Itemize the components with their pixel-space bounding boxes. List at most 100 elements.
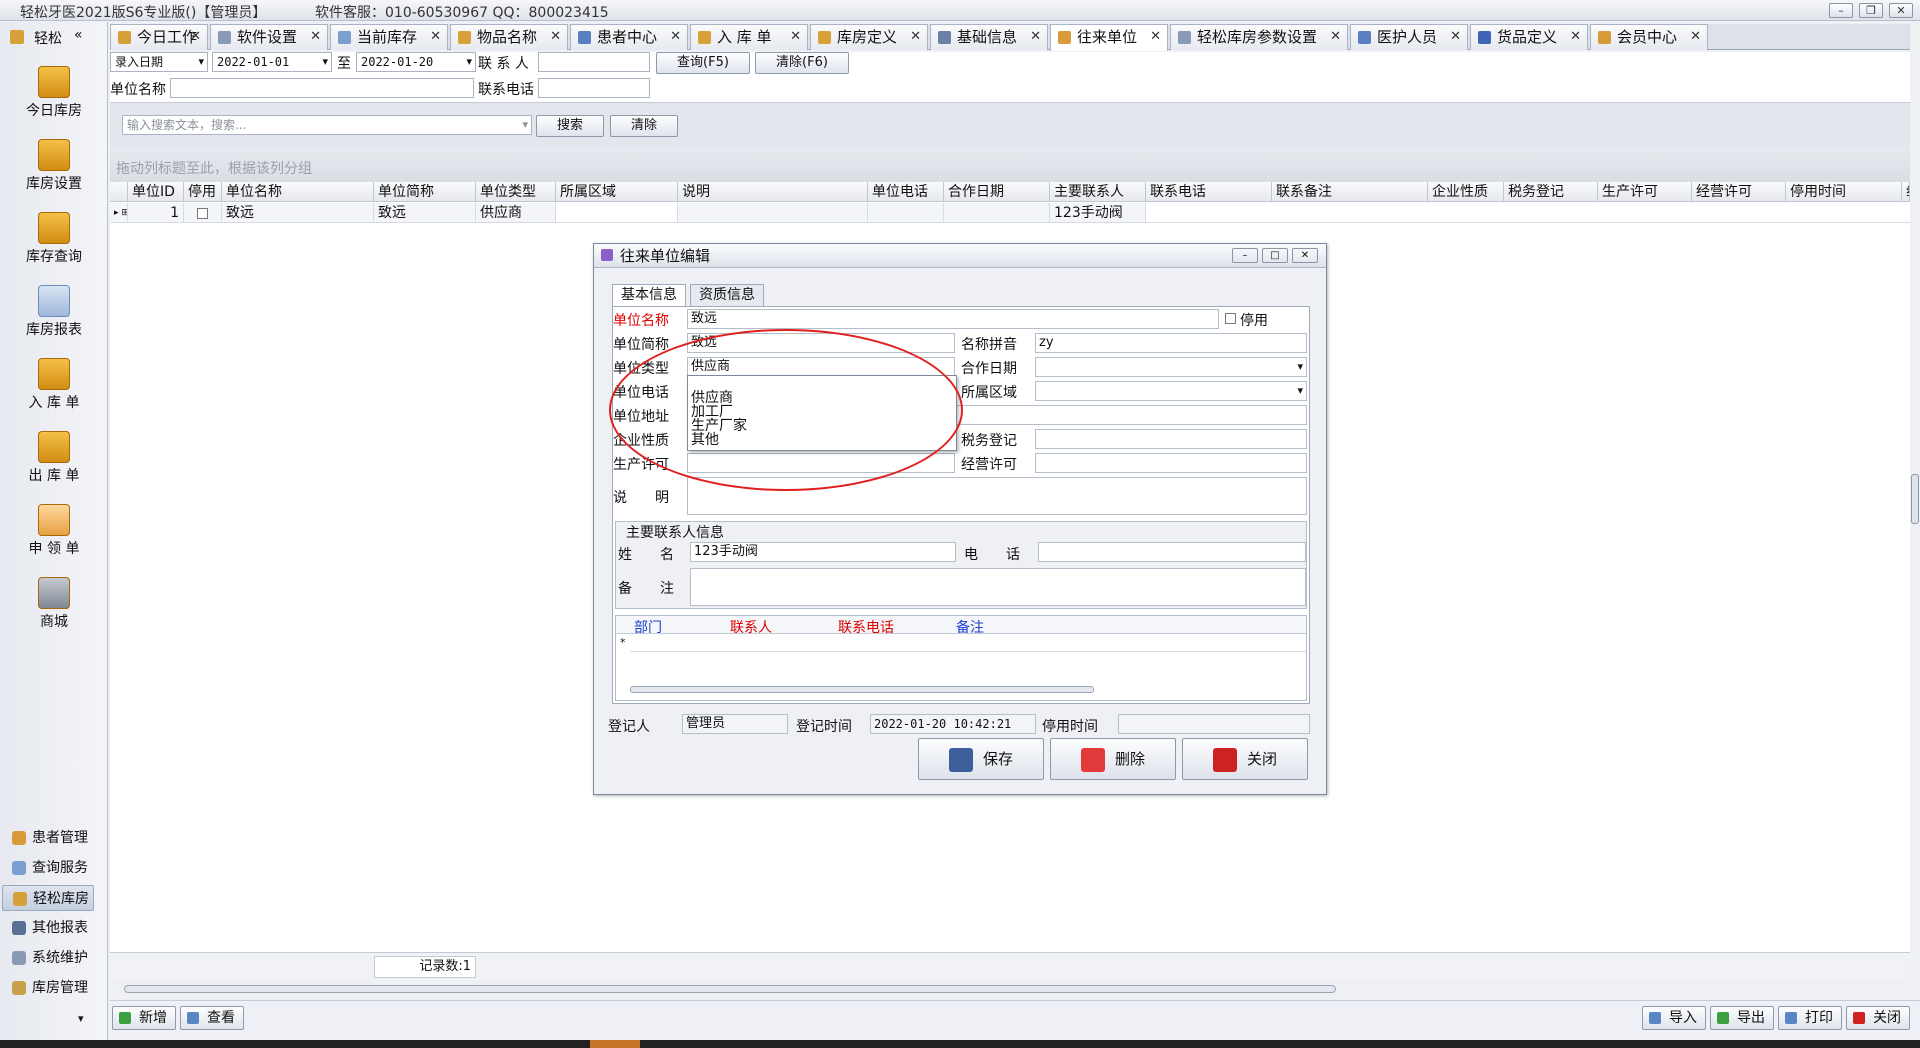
column-header[interactable]: 税务登记 — [1504, 182, 1598, 202]
dropdown-option[interactable]: 加工厂 — [691, 405, 956, 419]
column-header[interactable]: 单位类型 — [476, 182, 556, 202]
column-header[interactable]: 经营许可 — [1692, 182, 1786, 202]
export-button[interactable]: 导出 — [1710, 1006, 1774, 1030]
column-header[interactable]: 组 — [1902, 182, 1910, 202]
dialog-maximize-button[interactable]: □ — [1262, 248, 1288, 263]
view-button[interactable]: 查看 — [180, 1006, 244, 1030]
cell-main-contact[interactable]: 123手动阀 — [1050, 203, 1146, 223]
unit-name-field[interactable]: 致远 — [687, 309, 1219, 329]
region-select[interactable] — [1035, 381, 1307, 401]
minimize-button[interactable]: – — [1829, 3, 1853, 18]
clear-search-button[interactable]: 清除 — [610, 115, 678, 137]
module-patient-management[interactable]: 患者管理 — [2, 825, 94, 851]
tab-warehouse-definition[interactable]: 库房定义 ✕ — [810, 24, 928, 50]
note-field[interactable] — [687, 477, 1307, 515]
delete-button[interactable]: 删除 — [1050, 738, 1176, 780]
module-system-maintenance[interactable]: 系统维护 — [2, 945, 94, 971]
dropdown-option[interactable]: 其他 — [691, 433, 956, 447]
close-page-button[interactable]: 关闭 — [1846, 1006, 1910, 1030]
tab-medical-staff[interactable]: 医护人员 ✕ — [1350, 24, 1468, 50]
cell-region[interactable] — [556, 203, 678, 223]
column-header[interactable]: 企业性质 — [1428, 182, 1504, 202]
cell-rest[interactable] — [1146, 203, 1910, 223]
nav-today-warehouse[interactable]: 今日库房 — [0, 62, 108, 134]
nav-inbound-order[interactable]: 入 库 单 — [0, 354, 108, 426]
contact-remark-field[interactable] — [690, 568, 1306, 606]
module-warehouse-management[interactable]: 库房管理 — [2, 975, 94, 1001]
close-icon[interactable]: ✕ — [190, 25, 201, 49]
restore-button[interactable]: ❐ — [1859, 3, 1883, 18]
taskbar-active-item[interactable] — [590, 1040, 640, 1048]
column-header[interactable]: 单位简称 — [374, 182, 476, 202]
cell-unit-phone[interactable] — [868, 203, 944, 223]
tab-item-names[interactable]: 物品名称 ✕ — [450, 24, 568, 50]
add-button[interactable]: 新增 — [112, 1006, 176, 1030]
dialog-minimize-button[interactable]: – — [1232, 248, 1258, 263]
scrollbar-thumb[interactable] — [1911, 474, 1919, 524]
cell-unit-type[interactable]: 供应商 — [476, 203, 556, 223]
module-other-reports[interactable]: 其他报表 — [2, 915, 94, 941]
column-header[interactable]: 合作日期 — [944, 182, 1050, 202]
dropdown-option[interactable]: 生产厂家 — [691, 419, 956, 433]
tab-today-work[interactable]: 今日工作 ✕ — [110, 24, 208, 50]
date-from-field[interactable]: 2022-01-01 — [212, 52, 332, 72]
dialog-close-button[interactable]: ✕ — [1292, 248, 1318, 263]
save-button[interactable]: 保存 — [918, 738, 1044, 780]
column-header[interactable]: 说明 — [678, 182, 868, 202]
tab-basic-info[interactable]: 基础信息 ✕ — [930, 24, 1048, 50]
close-icon[interactable]: ✕ — [1450, 25, 1461, 49]
search-button[interactable]: 搜索 — [536, 115, 604, 137]
collapse-button[interactable]: « — [74, 27, 83, 43]
column-header[interactable]: 停用时间 — [1786, 182, 1902, 202]
nav-mall[interactable]: 商城 — [0, 573, 108, 645]
tax-field[interactable] — [1035, 429, 1307, 449]
production-license-field[interactable] — [687, 453, 955, 473]
unit-name-input[interactable] — [170, 78, 474, 98]
date-type-select[interactable]: 录入日期 — [110, 52, 208, 72]
tab-member-center[interactable]: 会员中心 ✕ — [1590, 24, 1708, 50]
close-icon[interactable]: ✕ — [310, 25, 321, 49]
tab-qualification-info[interactable]: 资质信息 — [690, 284, 764, 306]
business-license-field[interactable] — [1035, 453, 1307, 473]
cell-note[interactable] — [678, 203, 868, 223]
search-input[interactable]: 输入搜索文本，搜索... — [122, 115, 532, 135]
close-window-button[interactable]: ✕ — [1889, 3, 1913, 18]
close-icon[interactable]: ✕ — [1030, 25, 1041, 49]
date-to-field[interactable]: 2022-01-20 — [356, 52, 476, 72]
column-header[interactable]: 单位ID — [128, 182, 184, 202]
cell-unit-short[interactable]: 致远 — [374, 203, 476, 223]
module-query-service[interactable]: 查询服务 — [2, 855, 94, 881]
cell-unit-id[interactable]: 1 — [128, 203, 184, 223]
hscroll-thumb[interactable] — [124, 985, 1336, 993]
group-panel[interactable]: 拖动列标题至此，根据该列分组 — [110, 148, 1920, 182]
tab-software-settings[interactable]: 软件设置 ✕ — [210, 24, 328, 50]
pinyin-field[interactable]: zy — [1035, 333, 1307, 353]
tab-patient-center[interactable]: 患者中心 ✕ — [570, 24, 688, 50]
close-icon[interactable]: ✕ — [790, 25, 801, 49]
tab-current-stock[interactable]: 当前库存 ✕ — [330, 24, 448, 50]
column-header[interactable]: 主要联系人 — [1050, 182, 1146, 202]
cell-unit-name[interactable]: 致远 — [222, 203, 374, 223]
vertical-scrollbar[interactable] — [1910, 24, 1920, 1024]
close-icon[interactable]: ✕ — [910, 25, 921, 49]
contact-tel-field[interactable] — [1038, 542, 1306, 562]
close-icon[interactable]: ✕ — [1150, 25, 1161, 49]
close-icon[interactable]: ✕ — [1690, 25, 1701, 49]
close-icon[interactable]: ✕ — [1570, 25, 1581, 49]
close-icon[interactable]: ✕ — [430, 25, 441, 49]
tab-basic-info[interactable]: 基本信息 — [612, 284, 686, 307]
coop-date-field[interactable] — [1035, 357, 1307, 377]
column-header[interactable]: 联系备注 — [1272, 182, 1428, 202]
close-dialog-button[interactable]: 关闭 — [1182, 738, 1308, 780]
print-button[interactable]: 打印 — [1778, 1006, 1842, 1030]
nav-warehouse-report[interactable]: 库房报表 — [0, 281, 108, 353]
dialog-title-bar[interactable]: 往来单位编辑 – □ ✕ — [594, 244, 1326, 268]
nav-requisition[interactable]: 申 领 单 — [0, 500, 108, 572]
query-button[interactable]: 查询(F5) — [656, 52, 750, 74]
new-row-marker[interactable]: * — [620, 636, 626, 649]
close-icon[interactable]: ✕ — [670, 25, 681, 49]
disabled-checkbox[interactable] — [1225, 313, 1236, 324]
clear-filter-button[interactable]: 清除(F6) — [755, 52, 849, 74]
cell-disabled[interactable] — [184, 203, 222, 223]
column-header[interactable]: 所属区域 — [556, 182, 678, 202]
